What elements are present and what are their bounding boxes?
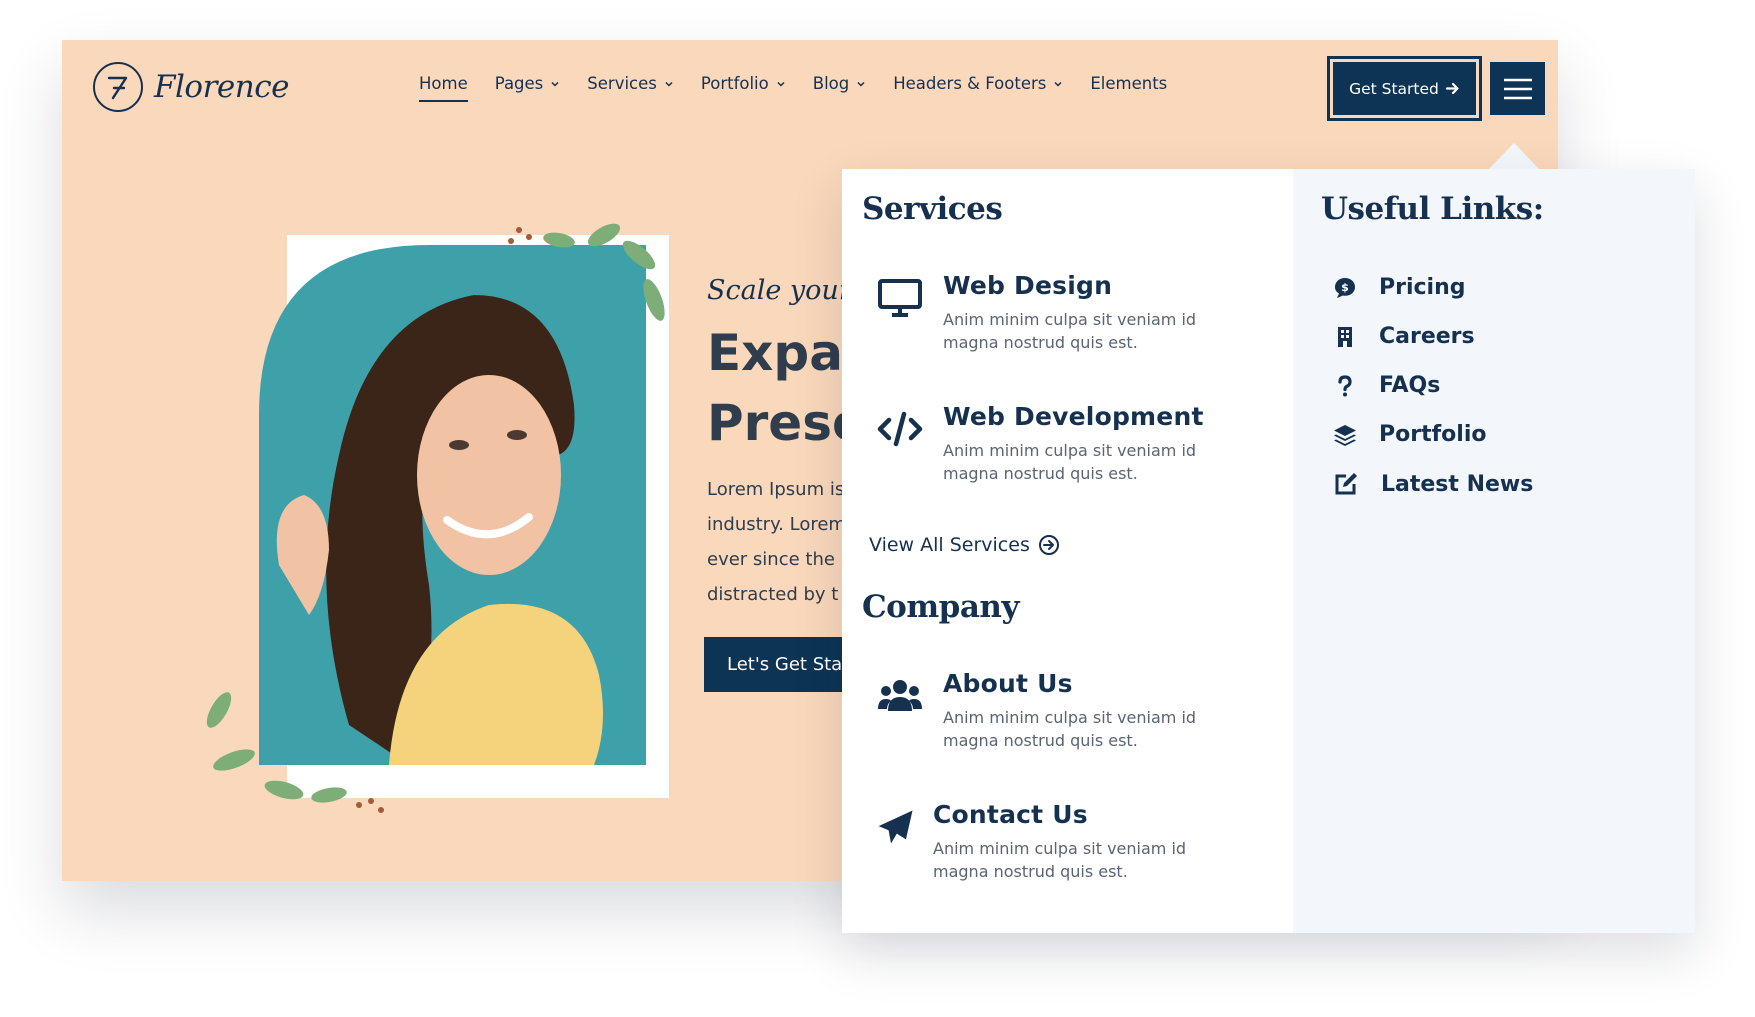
nav-item-pages[interactable]: Pages <box>495 74 561 93</box>
layers-icon <box>1334 424 1356 446</box>
hero-image <box>206 223 669 813</box>
chevron-down-icon <box>857 81 865 87</box>
chevron-down-icon <box>665 81 673 87</box>
nav-item-label: Headers & Footers <box>893 74 1047 93</box>
nav-item-portfolio[interactable]: Portfolio <box>701 74 786 93</box>
menu-toggle-button[interactable] <box>1487 59 1548 118</box>
nav-item-label: Home <box>419 74 468 93</box>
service-title: Web Design <box>943 271 1113 300</box>
nav-item-label: Elements <box>1090 74 1168 93</box>
brand-logo[interactable]: Florence <box>92 61 289 113</box>
monitor-icon <box>878 279 922 317</box>
useful-link-label: Latest News <box>1381 471 1534 497</box>
company-title: Contact Us <box>933 800 1088 829</box>
useful-link-faqs[interactable]: FAQs <box>1333 373 1440 398</box>
nav-item-blog[interactable]: Blog <box>813 74 866 93</box>
arrow-right-icon <box>1445 82 1459 95</box>
svg-text:$: $ <box>1341 281 1349 294</box>
chevron-down-icon <box>551 81 559 87</box>
company-item-contact-us[interactable]: Contact Us Anim minim culpa sit veniam i… <box>877 800 1203 883</box>
paper-plane-icon <box>878 810 913 844</box>
question-icon <box>1338 374 1352 396</box>
get-started-button[interactable]: Get Started <box>1327 56 1482 121</box>
service-item-web-design[interactable]: Web Design Anim minim culpa sit veniam i… <box>877 271 1213 354</box>
building-icon <box>1338 326 1352 347</box>
nav-item-label: Services <box>587 74 657 93</box>
useful-link-portfolio[interactable]: Portfolio <box>1333 422 1487 447</box>
useful-link-careers[interactable]: Careers <box>1333 324 1475 349</box>
useful-links-heading: Useful Links: <box>1321 191 1544 227</box>
hamburger-icon <box>1503 78 1532 99</box>
service-item-web-development[interactable]: Web Development Anim minim culpa sit ven… <box>877 402 1213 485</box>
useful-link-latest-news[interactable]: Latest News <box>1333 471 1533 497</box>
company-description: Anim minim culpa sit veniam id magna nos… <box>933 839 1187 881</box>
useful-links-column: Useful Links: $ Pricing Careers FAQs Por… <box>1293 169 1695 933</box>
company-title: About Us <box>943 669 1073 698</box>
chevron-down-icon <box>1054 81 1062 87</box>
service-title: Web Development <box>943 402 1204 431</box>
services-heading: Services <box>862 191 1003 227</box>
chevron-down-icon <box>777 81 785 87</box>
nav-item-services[interactable]: Services <box>587 74 674 93</box>
nav-item-home[interactable]: Home <box>419 74 468 102</box>
code-icon <box>877 411 923 447</box>
nav-item-label: Portfolio <box>700 74 769 93</box>
useful-link-label: Careers <box>1379 324 1475 349</box>
main-nav: Home Pages Services Portfolio Blog Heade… <box>419 74 1194 102</box>
logo-mark-icon <box>93 62 143 112</box>
nav-item-elements[interactable]: Elements <box>1090 74 1167 93</box>
dropdown-caret <box>1488 143 1540 170</box>
get-started-label: Get Started <box>1349 79 1439 98</box>
mega-menu-main-column: Services Web Design Anim minim culpa sit… <box>842 169 1293 933</box>
service-description: Anim minim culpa sit veniam id magna nos… <box>943 310 1197 352</box>
view-all-label: View All Services <box>869 534 1030 556</box>
mega-menu-dropdown: Services Web Design Anim minim culpa sit… <box>842 169 1695 933</box>
arrow-circle-right-icon <box>1038 535 1059 555</box>
useful-link-label: FAQs <box>1379 373 1441 398</box>
useful-link-pricing[interactable]: $ Pricing <box>1333 275 1466 300</box>
service-description: Anim minim culpa sit veniam id magna nos… <box>943 441 1197 483</box>
dollar-comment-icon: $ <box>1335 277 1355 298</box>
nav-item-label: Blog <box>812 74 850 93</box>
view-all-services-link[interactable]: View All Services <box>869 534 1060 556</box>
company-description: Anim minim culpa sit veniam id magna nos… <box>943 708 1197 750</box>
company-heading: Company <box>862 589 1019 625</box>
brand-name: Florence <box>154 69 289 105</box>
useful-link-label: Pricing <box>1379 275 1466 300</box>
nav-item-label: Pages <box>494 74 544 93</box>
company-item-about-us[interactable]: About Us Anim minim culpa sit veniam id … <box>877 669 1213 752</box>
nav-item-headers-footers[interactable]: Headers & Footers <box>893 74 1063 93</box>
edit-icon <box>1335 473 1357 495</box>
users-icon <box>878 680 922 711</box>
useful-link-label: Portfolio <box>1379 422 1487 447</box>
